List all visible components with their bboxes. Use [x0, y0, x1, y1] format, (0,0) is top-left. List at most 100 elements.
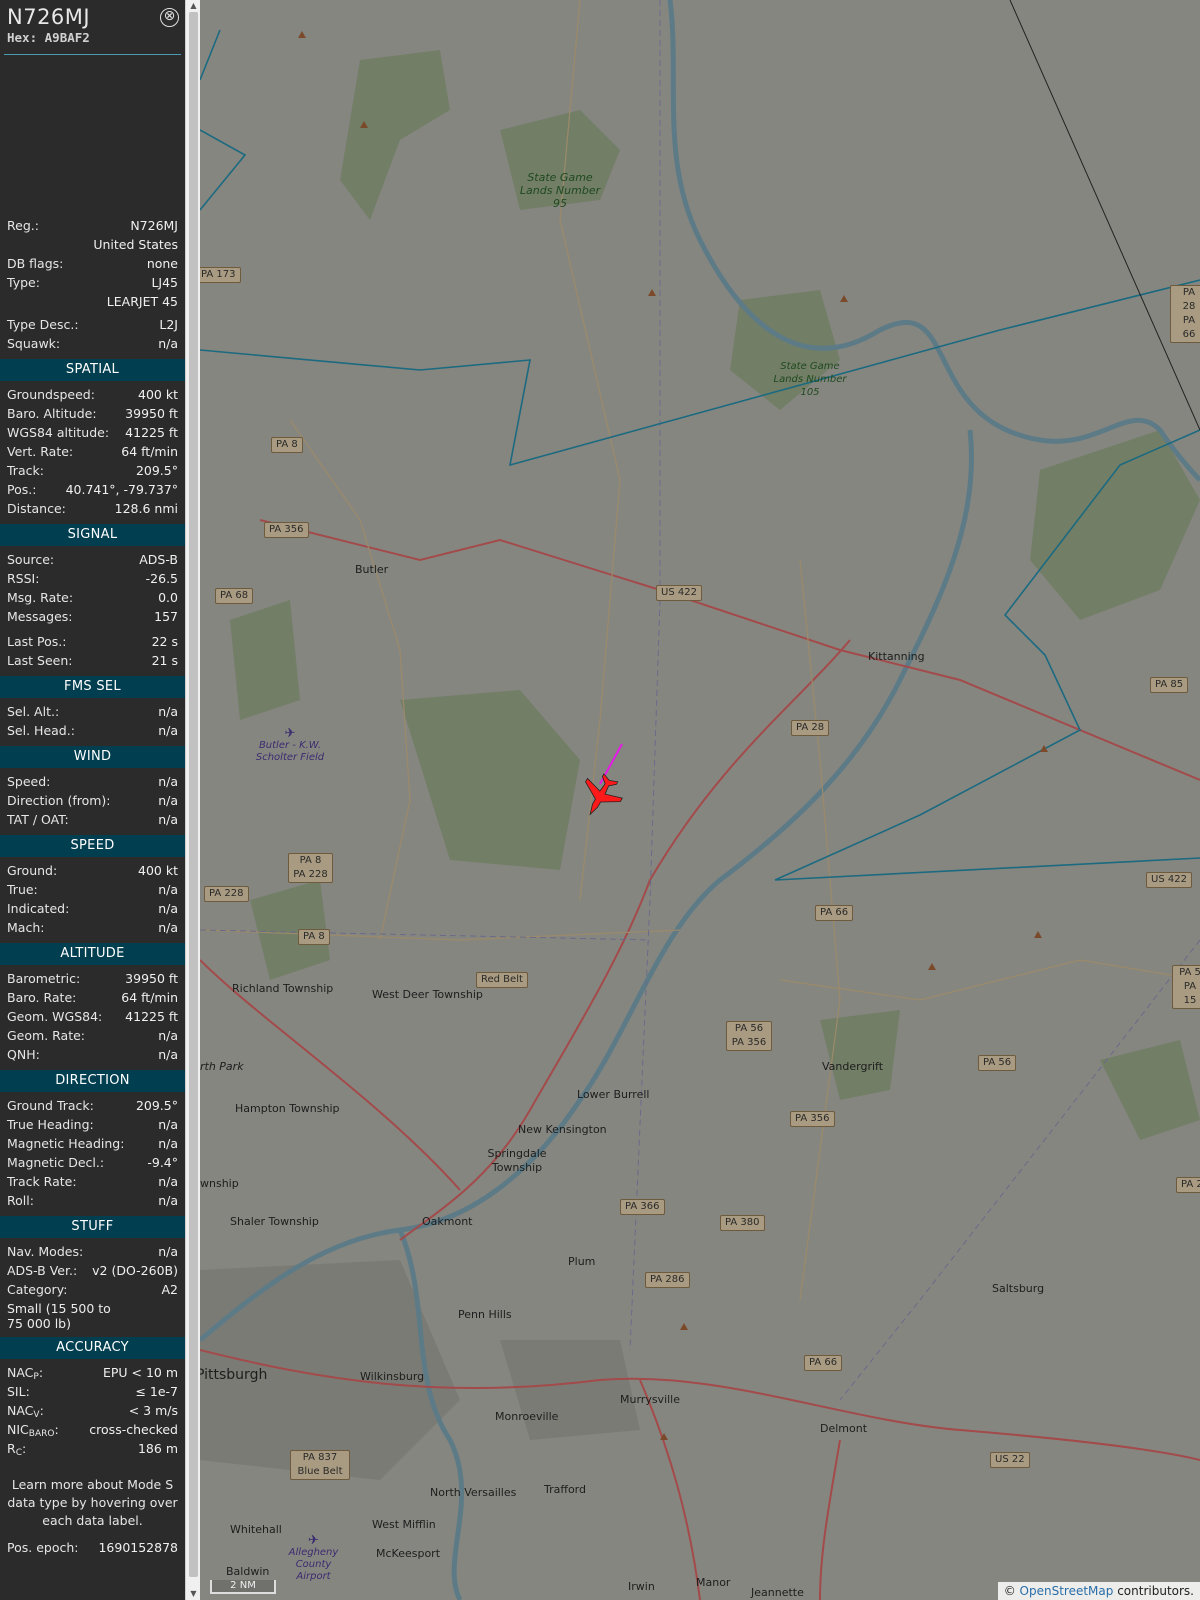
- info-row-type: Type: LJ45: [7, 275, 178, 290]
- row-nicbaro: NICBARO: cross-checked: [0, 1420, 185, 1439]
- data-row-value: 39950 ft: [125, 406, 178, 421]
- data-row-label[interactable]: Pos.:: [7, 480, 36, 499]
- data-row-label[interactable]: Geom. WGS84:: [7, 1007, 102, 1026]
- data-row-label[interactable]: Speed:: [7, 772, 50, 791]
- info-row-typedesc: Type Desc.: L2J: [7, 317, 178, 332]
- data-row-value: 209.5°: [135, 463, 178, 478]
- data-row-label[interactable]: RSSI:: [7, 569, 39, 588]
- section-signal: SIGNAL: [0, 524, 185, 546]
- info-row-typename: LEARJET 45: [106, 294, 178, 309]
- data-row-label[interactable]: Msg. Rate:: [7, 588, 73, 607]
- hex-value: A9BAF2: [44, 30, 90, 45]
- data-row: Magnetic Decl.: -9.4°: [0, 1153, 185, 1172]
- place-label: wnship: [200, 1177, 239, 1190]
- data-row-label[interactable]: Magnetic Decl.:: [7, 1153, 104, 1172]
- data-row: Distance: 128.6 nmi: [0, 499, 185, 518]
- data-row: Groundspeed: 400 kt: [0, 385, 185, 404]
- data-row-value: 40.741°, -79.737°: [65, 482, 178, 497]
- place-label: Vandergrift: [822, 1060, 884, 1073]
- data-row-label[interactable]: TAT / OAT:: [7, 810, 69, 829]
- data-row-label[interactable]: Distance:: [7, 499, 66, 518]
- info-row-dbflags: DB flags: none: [7, 256, 178, 271]
- data-row-value: n/a: [158, 1047, 178, 1062]
- road-shield: PA 8: [271, 437, 303, 453]
- altitude-rows: Barometric: 39950 ft Baro. Rate: 64 ft/min G…: [0, 969, 185, 1064]
- place-label: Richland Township: [232, 982, 334, 995]
- data-row-label[interactable]: Mach:: [7, 918, 44, 937]
- rc-label[interactable]: RC:: [7, 1439, 26, 1463]
- data-row-label[interactable]: Messages:: [7, 607, 73, 626]
- data-row-label[interactable]: QNH:: [7, 1045, 40, 1064]
- data-row: Track: 209.5°: [0, 461, 185, 480]
- info-row-reg: Reg.: N726MJ: [7, 216, 178, 235]
- data-row-value: 21 s: [151, 653, 178, 668]
- road-shield: PA 85: [1150, 677, 1189, 693]
- data-row-label[interactable]: Track:: [7, 461, 44, 480]
- data-row-label[interactable]: Barometric:: [7, 969, 80, 988]
- data-row-label[interactable]: Last Seen:: [7, 651, 72, 670]
- data-row-label[interactable]: Roll:: [7, 1191, 34, 1210]
- data-row-value: n/a: [158, 812, 178, 827]
- road-shield: PA 366: [620, 1199, 665, 1215]
- scroll-up-arrow-icon[interactable]: ▲: [186, 0, 201, 12]
- data-row-label[interactable]: Magnetic Heading:: [7, 1134, 124, 1153]
- registration-link[interactable]: N726MJ: [130, 216, 178, 235]
- scroll-down-arrow-icon[interactable]: ▼: [186, 1588, 201, 1600]
- section-direction: DIRECTION: [0, 1070, 185, 1092]
- row-nacp: NACP: EPU < 10 m: [0, 1363, 185, 1382]
- road-shield: PA 356: [264, 522, 309, 538]
- row-category: Category: A2: [7, 1282, 178, 1297]
- wind-rows: Speed: n/a Direction (from): n/a TAT / OAT: n…: [0, 772, 185, 829]
- data-row-label[interactable]: True:: [7, 880, 38, 899]
- data-row-label[interactable]: Baro. Rate:: [7, 988, 76, 1007]
- road-shield: US 422: [656, 585, 702, 601]
- place-label: Manor: [696, 1576, 731, 1589]
- data-row-value: 400 kt: [138, 387, 178, 402]
- section-wind: WIND: [0, 746, 185, 768]
- data-row-label[interactable]: Indicated:: [7, 899, 69, 918]
- data-row-label[interactable]: WGS84 altitude:: [7, 423, 109, 442]
- data-row-label[interactable]: Track Rate:: [7, 1172, 77, 1191]
- data-row: Indicated: n/a: [0, 899, 185, 918]
- scrollbar-thumb[interactable]: [189, 12, 198, 1577]
- place-label: Pittsburgh: [200, 1367, 268, 1383]
- data-row-value: 0.0: [158, 590, 178, 605]
- data-row-label[interactable]: Vert. Rate:: [7, 442, 73, 461]
- road-shield: US 22: [990, 1452, 1030, 1468]
- road-shield: PA 228: [204, 886, 249, 902]
- data-row-label[interactable]: Geom. Rate:: [7, 1026, 85, 1045]
- data-row: RSSI: -26.5: [0, 569, 185, 588]
- park-label: State Game Lands Number 95: [519, 171, 601, 210]
- place-label: West Mifflin: [372, 1518, 436, 1531]
- sidebar-scrollbar[interactable]: ▲ ▼: [185, 0, 200, 1600]
- section-altitude: ALTITUDE: [0, 943, 185, 965]
- close-icon[interactable]: ⊗: [160, 8, 179, 27]
- data-row-label[interactable]: True Heading:: [7, 1115, 94, 1134]
- data-row: Roll: n/a: [0, 1191, 185, 1210]
- data-row-label[interactable]: Last Pos.:: [7, 632, 66, 651]
- place-label: West Deer Township: [372, 988, 483, 1001]
- data-row-label[interactable]: Baro. Altitude:: [7, 404, 97, 423]
- map-view[interactable]: Butler Kittanning Richland Township West…: [200, 0, 1200, 1600]
- data-row-label[interactable]: Groundspeed:: [7, 385, 95, 404]
- data-row-value: n/a: [158, 882, 178, 897]
- data-row-value: n/a: [158, 774, 178, 789]
- hex-code: Hex: A9BAF2: [7, 30, 178, 45]
- data-row: Messages: 157: [0, 607, 185, 626]
- aircraft-photo-area: [0, 56, 185, 216]
- data-row-label[interactable]: Sel. Head.:: [7, 721, 75, 740]
- road-shield: PA 28 PA 66: [1170, 285, 1200, 343]
- data-row: True: n/a: [0, 880, 185, 899]
- callsign: N726MJ: [7, 5, 91, 29]
- openstreetmap-link[interactable]: OpenStreetMap: [1020, 1584, 1114, 1598]
- place-label: Shaler Township: [230, 1215, 319, 1228]
- place-label: Irwin: [628, 1580, 655, 1593]
- data-row-label[interactable]: Source:: [7, 550, 54, 569]
- data-row-label[interactable]: Ground Track:: [7, 1096, 94, 1115]
- data-row-label[interactable]: Sel. Alt.:: [7, 702, 59, 721]
- data-row-label[interactable]: Direction (from):: [7, 791, 111, 810]
- data-row-label[interactable]: Ground:: [7, 861, 57, 880]
- place-label: Kittanning: [868, 650, 925, 663]
- place-label: Wilkinsburg: [360, 1370, 425, 1383]
- data-row: TAT / OAT: n/a: [0, 810, 185, 829]
